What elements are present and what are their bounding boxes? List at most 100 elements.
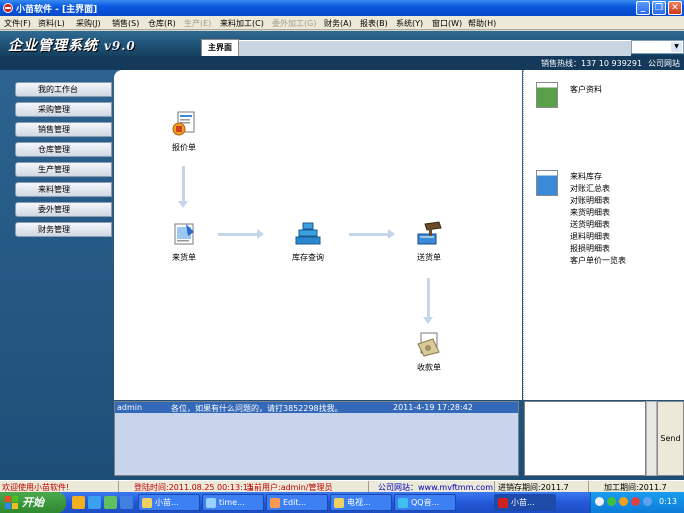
info-strip: 销售热线：137 10 939291 公司网站 (0, 56, 684, 70)
sidebar-item-sales[interactable]: 销售管理 (15, 122, 112, 137)
message-time: 2011-4-19 17:28:42 (393, 403, 473, 412)
flow-quote-label: 报价单 (172, 143, 196, 152)
message-input[interactable] (524, 401, 646, 476)
menu-sales[interactable]: 销售(S) (112, 18, 139, 29)
window-title: 小苗软件 - [主界面] (16, 5, 98, 15)
status-bar: 欢迎使用小苗软件! 登陆时间:2011.08.25 00:13:11 当前用户:… (0, 480, 684, 493)
ie-icon[interactable] (88, 496, 101, 509)
flow-receipt[interactable]: 收款单 (399, 330, 459, 373)
taskbar-item-active[interactable]: 小苗... (494, 494, 556, 511)
menu-purchase[interactable]: 采购(J) (76, 18, 101, 29)
menu-system[interactable]: 系统(Y) (396, 18, 423, 29)
menu-data[interactable]: 资料(L) (38, 18, 65, 29)
flow-inventory[interactable]: 库存查询 (278, 220, 338, 263)
customer-info-icon[interactable] (536, 82, 558, 108)
tab-main[interactable]: 主界面 (201, 39, 239, 56)
report-link[interactable]: 报损明细表 (570, 243, 610, 254)
tray-icon[interactable] (619, 497, 628, 506)
windows-logo-icon (5, 496, 18, 509)
quicklaunch-icon[interactable] (72, 496, 85, 509)
taskbar-item[interactable]: 电视... (330, 494, 392, 511)
sidebar-item-finance[interactable]: 财务管理 (15, 222, 112, 237)
taskbar: 开始 小苗... time... Edit... 电视... QQ音... 小苗… (0, 492, 684, 513)
chevron-down-icon[interactable]: ▼ (671, 42, 682, 52)
app-icon (270, 498, 280, 508)
report-link[interactable]: 对账汇总表 (570, 183, 610, 194)
title-bar: 小苗软件 - [主界面] _ ❐ ✕ (0, 0, 684, 16)
tray-icon[interactable] (607, 497, 616, 506)
menu-warehouse[interactable]: 仓库(R) (148, 18, 176, 29)
customer-info-link[interactable]: 客户资料 (570, 84, 602, 95)
taskbar-item[interactable]: 小苗... (138, 494, 200, 511)
taskbar-item-label: QQ音... (411, 498, 440, 507)
tray-icon[interactable] (631, 497, 640, 506)
flow-quote[interactable]: 报价单 (154, 110, 214, 153)
menu-outsourcing[interactable]: 委外加工(G) (272, 18, 316, 29)
quote-icon (170, 110, 198, 138)
send-button[interactable]: Send (657, 401, 684, 476)
receipt-icon (415, 330, 443, 358)
start-button[interactable]: 开始 (0, 492, 66, 513)
taskbar-item-label: 电视... (347, 498, 371, 507)
taskbar-item-label: time... (219, 498, 245, 507)
menu-bar: 文件(F) 资料(L) 采购(J) 销售(S) 仓库(R) 生产(E) 来料加工… (0, 16, 684, 30)
menu-production[interactable]: 生产(E) (184, 18, 211, 29)
message-list[interactable]: admin 各位，如果有什么问题的，请打3852298找我。 2011-4-19… (114, 401, 519, 476)
workspace: 报价单 来货单 库存查询 送货单 收款单 (114, 70, 522, 400)
flow-inventory-label: 库存查询 (292, 253, 324, 262)
version-label: v9.0 (103, 39, 136, 53)
quicklaunch-icon[interactable] (104, 496, 117, 509)
report-link[interactable]: 客户单价一览表 (570, 255, 626, 266)
tray-icon[interactable] (595, 497, 604, 506)
product-logo: 企业管理系统 v9.0 (8, 35, 136, 55)
taskbar-item-label: 小苗... (155, 498, 179, 507)
report-link[interactable]: 送货明细表 (570, 219, 610, 230)
flow-arrow-right (349, 229, 395, 239)
clock[interactable]: 0:13 (659, 497, 677, 506)
menu-file[interactable]: 文件(F) (4, 18, 31, 29)
folder-icon (334, 498, 344, 508)
menu-help[interactable]: 帮助(H) (468, 18, 496, 29)
minimize-button[interactable]: _ (636, 1, 650, 15)
volume-icon[interactable] (643, 497, 652, 506)
tab-strip (239, 40, 631, 56)
flow-delivery-label: 送货单 (417, 253, 441, 262)
sidebar-item-incoming[interactable]: 来料管理 (15, 182, 112, 197)
menu-incoming-processing[interactable]: 来料加工(C) (220, 18, 264, 29)
menu-reports[interactable]: 报表(B) (360, 18, 388, 29)
incoming-icon (170, 220, 198, 248)
flow-arrow-right (218, 229, 264, 239)
flow-receipt-label: 收款单 (417, 363, 441, 372)
desktop-icon[interactable] (120, 496, 133, 509)
flow-incoming-label: 来货单 (172, 253, 196, 262)
flow-incoming[interactable]: 来货单 (154, 220, 214, 263)
inventory-icon (294, 220, 322, 248)
report-link[interactable]: 来货明细表 (570, 207, 610, 218)
sidebar-item-workbench[interactable]: 我的工作台 (15, 82, 112, 97)
report-link[interactable]: 退料明细表 (570, 231, 610, 242)
flow-delivery[interactable]: 送货单 (399, 220, 459, 263)
taskbar-item[interactable]: time... (202, 494, 264, 511)
taskbar-item[interactable]: Edit... (266, 494, 328, 511)
sidebar-item-warehouse[interactable]: 仓库管理 (15, 142, 112, 157)
company-website-link[interactable]: 公司网站 (648, 58, 680, 69)
close-button[interactable]: ✕ (668, 1, 682, 15)
message-row[interactable]: admin 各位，如果有什么问题的，请打3852298找我。 2011-4-19… (115, 402, 518, 413)
taskbar-item-label: Edit... (283, 498, 307, 507)
taskbar-item-label: 小苗... (511, 498, 535, 507)
system-tray: 0:13 (590, 492, 684, 513)
menu-window[interactable]: 窗口(W) (432, 18, 462, 29)
report-link[interactable]: 来料库存 (570, 171, 602, 182)
sidebar-item-production[interactable]: 生产管理 (15, 162, 112, 177)
sidebar-item-purchase[interactable]: 采购管理 (15, 102, 112, 117)
taskbar-item[interactable]: QQ音... (394, 494, 456, 511)
menu-finance[interactable]: 财务(A) (324, 18, 352, 29)
maximize-button[interactable]: ❐ (652, 1, 666, 15)
sidebar-item-outsourcing[interactable]: 委外管理 (15, 202, 112, 217)
reports-icon[interactable] (536, 170, 558, 196)
app-icon (398, 498, 408, 508)
report-link[interactable]: 对账明细表 (570, 195, 610, 206)
delivery-icon (415, 220, 443, 248)
message-input-scrollbar[interactable] (646, 401, 657, 476)
window-selector[interactable]: ▼ (631, 40, 684, 54)
